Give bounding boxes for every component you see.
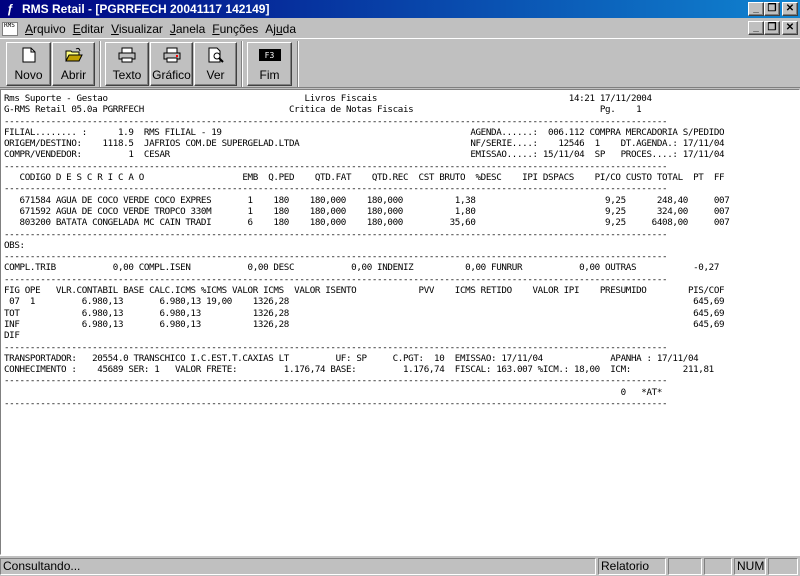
report-line: COMPL.TRIB 0,00 COMPL.ISEN 0,00 DESC 0,0… — [4, 262, 720, 274]
report-line: TOT 6.980,13 6.980,13 1326,28 645,69 — [4, 307, 725, 319]
window-title: RMS Retail - [PGRRFECH 20041117 142149] — [22, 2, 270, 16]
report-line: FIG OPE VLR.CONTABIL BASE CALC.ICMS %ICM… — [4, 285, 725, 297]
fim-button[interactable]: F3 Fim — [247, 42, 292, 86]
texto-label: Texto — [112, 68, 142, 82]
open-folder-icon — [64, 46, 83, 64]
toolbar: Novo Abrir Texto Gráfico Ver F3 Fim — [0, 38, 800, 88]
ver-label: Ver — [206, 68, 225, 82]
report-line: OBS: — [4, 239, 25, 251]
report-line: DIF — [4, 330, 20, 342]
novo-button[interactable]: Novo — [6, 42, 51, 86]
doc-minimize-icon[interactable]: _ — [748, 21, 764, 35]
report-line: COMPR/VENDEDOR: 1 CESAR EMISSAO.....: 15… — [4, 149, 725, 161]
report-line: CODIGO D E S C R I C A O EMB Q.PED QTD.F… — [4, 172, 725, 184]
grafico-label: Gráfico — [152, 68, 191, 82]
status-message: Consultando... — [0, 558, 596, 575]
report-line: ----------------------------------------… — [4, 375, 668, 387]
menu-funcoes[interactable]: Funções — [212, 22, 258, 36]
menu-funcoes-accel: F — [212, 21, 220, 36]
report-line: ----------------------------------------… — [4, 251, 668, 263]
report-line: 671592 AGUA DE COCO VERDE TROPCO 330M 1 … — [4, 205, 730, 217]
print-graphic-icon — [163, 46, 181, 64]
restore-icon[interactable]: ❐ — [764, 2, 780, 16]
menu-editar[interactable]: Editar — [73, 22, 104, 36]
report-line: 0 *AT* — [4, 386, 663, 398]
menu-editar-accel: E — [72, 21, 81, 36]
status-num: NUM — [734, 558, 766, 575]
novo-label: Novo — [14, 68, 43, 82]
report-line: ----------------------------------------… — [4, 341, 668, 353]
report-line: 671584 AGUA DE COCO VERDE COCO EXPRES 1 … — [4, 194, 730, 206]
abrir-button[interactable]: Abrir — [52, 42, 95, 86]
report-line: ----------------------------------------… — [4, 398, 668, 410]
status-mode: Relatorio — [598, 558, 666, 575]
report-line: ----------------------------------------… — [4, 228, 668, 240]
app-icon: ƒ — [6, 2, 14, 16]
menu-bar: RMS Arquivo Editar Visualizar Janela Fun… — [0, 19, 800, 38]
toolbar-separator-2 — [241, 41, 243, 87]
ver-button[interactable]: Ver — [194, 42, 237, 86]
report-line: FILIAL........ : 1.9 RMS FILIAL - 19 AGE… — [4, 126, 725, 138]
grafico-button[interactable]: Gráfico — [150, 42, 193, 86]
menu-ajuda-accel: u — [275, 21, 283, 36]
menu-visualizar-accel: V — [111, 21, 119, 36]
report-viewer[interactable]: Rms Suporte - Gestao Livros Fiscais 14:2… — [0, 89, 800, 555]
menu-arquivo[interactable]: Arquivo — [25, 22, 66, 36]
new-document-icon — [22, 46, 36, 64]
status-bar: Consultando... Relatorio NUM — [0, 555, 800, 576]
status-panel-empty-2 — [704, 558, 732, 575]
status-panel-empty-3 — [768, 558, 798, 575]
menu-arquivo-label: rquivo — [33, 21, 66, 36]
report-line: G-RMS Retail 05.0a PGRRFECH Critica de N… — [4, 104, 642, 116]
menu-funcoes-label: unções — [219, 21, 259, 36]
menu-visualizar[interactable]: Visualizar — [111, 22, 163, 36]
title-bar: ƒ RMS Retail - [PGRRFECH 20041117 142149… — [0, 0, 800, 18]
menu-janela-label: anela — [175, 21, 206, 36]
menu-ajuda[interactable]: Ajuda — [265, 22, 296, 36]
menu-editar-label: ditar — [80, 21, 105, 36]
f3-key-label: F3 — [258, 49, 281, 61]
document-window-controls: _ ❐ ✕ — [748, 21, 798, 35]
report-line: 07 1 6.980,13 6.980,13 19,00 1326,28 645… — [4, 296, 725, 308]
menu-visualizar-label: isualizar — [118, 21, 163, 36]
report-line: ----------------------------------------… — [4, 160, 668, 172]
toolbar-separator-3 — [297, 41, 299, 87]
report-line: ----------------------------------------… — [4, 115, 668, 127]
menu-ajuda-label: da — [282, 21, 297, 36]
window-controls: _ ❐ ✕ — [748, 2, 798, 16]
report-line: ----------------------------------------… — [4, 273, 668, 285]
menu-arquivo-accel: A — [25, 21, 34, 36]
doc-close-icon[interactable]: ✕ — [782, 21, 798, 35]
report-line: CONHECIMENTO : 45689 SER: 1 VALOR FRETE:… — [4, 364, 714, 376]
minimize-icon[interactable]: _ — [748, 2, 764, 16]
f3-key-icon: F3 — [258, 46, 281, 64]
doc-restore-icon[interactable]: ❐ — [764, 21, 780, 35]
report-text: Rms Suporte - Gestao Livros Fiscais 14:2… — [4, 93, 730, 410]
abrir-label: Abrir — [60, 68, 87, 82]
print-text-icon — [118, 46, 136, 64]
report-line: INF 6.980,13 6.980,13 1326,28 645,69 — [4, 318, 725, 330]
toolbar-separator — [99, 41, 101, 87]
report-line: ----------------------------------------… — [4, 183, 668, 195]
menu-ajuda-pre: Aj — [265, 21, 276, 36]
texto-button[interactable]: Texto — [105, 42, 149, 86]
preview-icon — [208, 46, 224, 64]
report-line: TRANSPORTADOR: 20554.0 TRANSCHICO I.C.ES… — [4, 352, 699, 364]
report-line: 803200 BATATA CONGELADA MC CAIN TRADI 6 … — [4, 217, 730, 229]
close-icon[interactable]: ✕ — [782, 2, 798, 16]
document-system-icon[interactable]: RMS — [2, 21, 18, 36]
menu-janela[interactable]: Janela — [170, 22, 205, 36]
report-line: ORIGEM/DESTINO: 1118.5 JAFRIOS COM.DE SU… — [4, 138, 725, 150]
fim-label: Fim — [259, 68, 280, 82]
status-panel-empty-1 — [668, 558, 702, 575]
report-line: Rms Suporte - Gestao Livros Fiscais 14:2… — [4, 93, 652, 104]
